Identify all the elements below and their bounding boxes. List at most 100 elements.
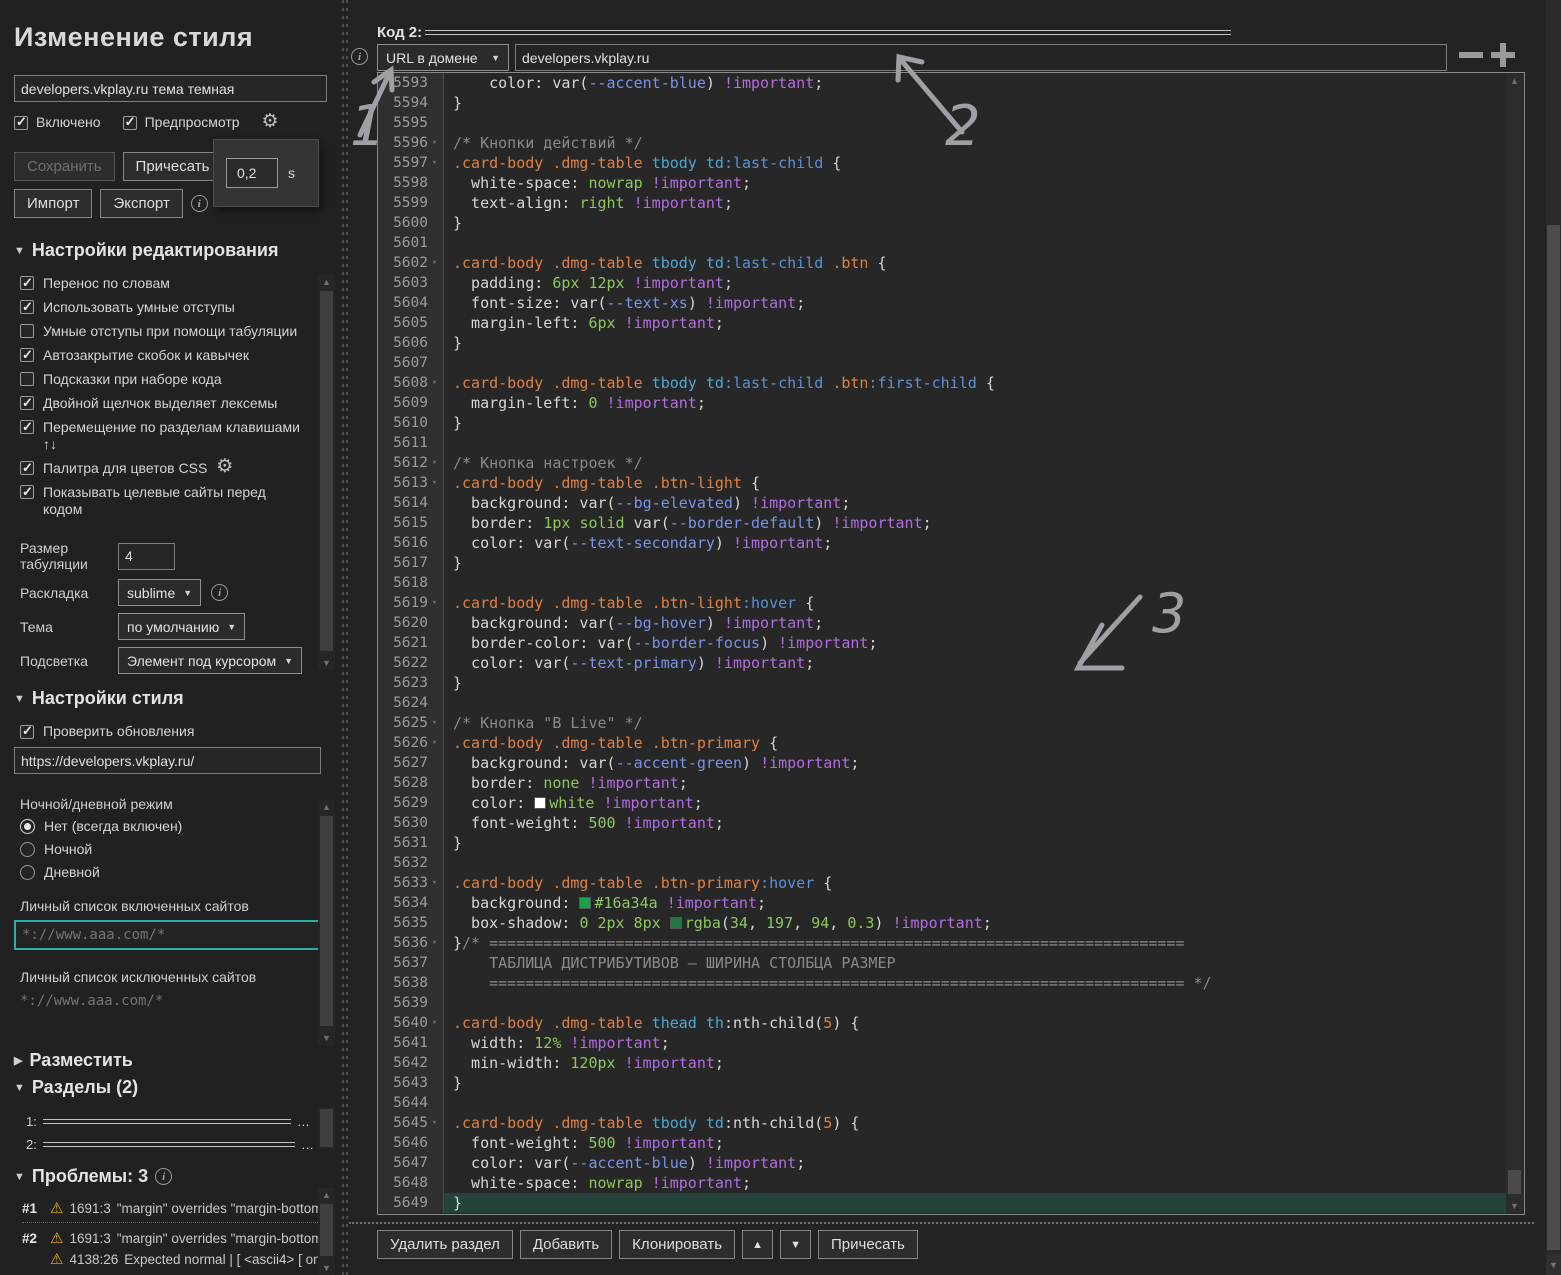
editor-settings-scrollbar[interactable]: ▲ ▼ bbox=[318, 275, 335, 670]
problem-item[interactable]: #2⚠1691:3"margin" overrides "margin-bott… bbox=[22, 1231, 322, 1246]
code-line[interactable]: 5643} bbox=[378, 1073, 1506, 1093]
code-line[interactable]: 5612▾/* Кнопка настроек */ bbox=[378, 453, 1506, 473]
code-line[interactable]: 5598 white-space: nowrap !important; bbox=[378, 173, 1506, 193]
save-button[interactable]: Сохранить bbox=[14, 152, 115, 181]
applies-to-type-select[interactable]: URL в домене ▼ bbox=[377, 44, 509, 71]
fold-toggle-icon[interactable]: ▾ bbox=[428, 873, 441, 893]
fold-toggle-icon[interactable]: ▾ bbox=[428, 133, 441, 153]
code-line[interactable]: 5610} bbox=[378, 413, 1506, 433]
editor-option-1[interactable]: Использовать умные отступы bbox=[20, 299, 305, 316]
code-line[interactable]: 5626▾.card-body .dmg-table .btn-primary … bbox=[378, 733, 1506, 753]
fold-toggle-icon[interactable]: ▾ bbox=[428, 453, 441, 473]
code-line[interactable]: 5632 bbox=[378, 853, 1506, 873]
problem-item[interactable]: ⚠4138:26Expected normal | [ <ascii4> [ o… bbox=[22, 1252, 322, 1267]
code-line[interactable]: 5599 text-align: right !important; bbox=[378, 193, 1506, 213]
enabled-checkbox-box[interactable] bbox=[14, 116, 28, 130]
code-line[interactable]: 5607 bbox=[378, 353, 1506, 373]
code-line[interactable]: 5633▾.card-body .dmg-table .btn-primary:… bbox=[378, 873, 1506, 893]
problems-info-icon[interactable]: i bbox=[155, 1168, 172, 1185]
code-line[interactable]: 5604 font-size: var(--text-xs) !importan… bbox=[378, 293, 1506, 313]
code-line[interactable]: 5634 background: #16a34a !important; bbox=[378, 893, 1506, 913]
export-button[interactable]: Экспорт bbox=[100, 189, 182, 218]
field-info-icon[interactable]: i bbox=[211, 584, 228, 601]
radio-button[interactable] bbox=[20, 819, 35, 834]
radio-button[interactable] bbox=[20, 865, 35, 880]
check-updates-checkbox[interactable]: Проверить обновления bbox=[14, 723, 314, 739]
code-line[interactable]: 5618 bbox=[378, 573, 1506, 593]
code-line[interactable]: 5642 min-width: 120px !important; bbox=[378, 1053, 1506, 1073]
editor-option-5[interactable]: Двойной щелчок выделяет лексемы bbox=[20, 395, 305, 412]
code-line[interactable]: 5635 box-shadow: 0 2px 8px rgba(34, 197,… bbox=[378, 913, 1506, 933]
checkbox[interactable] bbox=[20, 276, 34, 290]
sidebar-resize-handle[interactable] bbox=[341, 0, 349, 1275]
code-line[interactable]: 5636▾}/* ===============================… bbox=[378, 933, 1506, 953]
code-line[interactable]: 5606} bbox=[378, 333, 1506, 353]
code-line[interactable]: 5615 border: 1px solid var(--border-defa… bbox=[378, 513, 1506, 533]
preview-checkbox[interactable]: Предпросмотр bbox=[123, 114, 240, 130]
editor-option-6[interactable]: Перемещение по разделам клавишами ↑↓ bbox=[20, 419, 305, 453]
code-line[interactable]: 5596▾/* Кнопки действий */ bbox=[378, 133, 1506, 153]
code-line[interactable]: 5619▾.card-body .dmg-table .btn-light:ho… bbox=[378, 593, 1506, 613]
editor-option-7[interactable]: Палитра для цветов CSS⚙ bbox=[20, 460, 305, 477]
fold-toggle-icon[interactable]: ▾ bbox=[428, 1113, 441, 1133]
code-line[interactable]: 5609 margin-left: 0 !important; bbox=[378, 393, 1506, 413]
code-line[interactable]: 5597▾.card-body .dmg-table tbody td:last… bbox=[378, 153, 1506, 173]
sections-header[interactable]: ▼ Разделы (2) bbox=[14, 1077, 314, 1098]
clone-section-button[interactable]: Клонировать bbox=[619, 1230, 735, 1259]
code-line[interactable]: 5631} bbox=[378, 833, 1506, 853]
checkbox[interactable] bbox=[20, 324, 34, 338]
code-line[interactable]: 5594} bbox=[378, 93, 1506, 113]
publish-header[interactable]: ▶ Разместить bbox=[14, 1050, 314, 1071]
code-line[interactable]: 5646 font-weight: 500 !important; bbox=[378, 1133, 1506, 1153]
scroll-down-icon[interactable]: ▼ bbox=[1546, 1255, 1561, 1275]
code-line[interactable]: 5624 bbox=[378, 693, 1506, 713]
code-line[interactable]: 5628 border: none !important; bbox=[378, 773, 1506, 793]
window-scrollbar-thumb[interactable] bbox=[1547, 225, 1560, 1250]
fold-toggle-icon[interactable]: ▾ bbox=[428, 1013, 441, 1033]
code-line[interactable]: 5639 bbox=[378, 993, 1506, 1013]
window-scrollbar[interactable]: ▼ bbox=[1546, 0, 1561, 1275]
fold-toggle-icon[interactable]: ▾ bbox=[428, 373, 441, 393]
code-line[interactable]: 5625▾/* Кнопка "В Live" */ bbox=[378, 713, 1506, 733]
check-updates-checkbox-box[interactable] bbox=[20, 725, 34, 739]
add-section-button[interactable]: Добавить bbox=[520, 1230, 612, 1259]
code-line[interactable]: 5644 bbox=[378, 1093, 1506, 1113]
fold-toggle-icon[interactable]: ▾ bbox=[428, 733, 441, 753]
fold-toggle-icon[interactable]: ▾ bbox=[428, 713, 441, 733]
code-line[interactable]: 5622 color: var(--text-primary) !importa… bbox=[378, 653, 1506, 673]
code-line[interactable]: 5601 bbox=[378, 233, 1506, 253]
code-line[interactable]: 5605 margin-left: 6px !important; bbox=[378, 313, 1506, 333]
import-button[interactable]: Импорт bbox=[14, 189, 92, 218]
preview-checkbox-box[interactable] bbox=[123, 116, 137, 130]
color-swatch[interactable] bbox=[534, 797, 546, 809]
style-settings-header[interactable]: ▼ Настройки стиля bbox=[14, 688, 314, 709]
style-settings-scrollbar[interactable]: ▲ ▼ bbox=[318, 800, 335, 1045]
fold-toggle-icon[interactable]: ▾ bbox=[428, 593, 441, 613]
fold-toggle-icon[interactable]: ▾ bbox=[428, 933, 441, 953]
checkbox[interactable] bbox=[20, 372, 34, 386]
checkbox[interactable] bbox=[20, 396, 34, 410]
delete-section-button[interactable]: Удалить раздел bbox=[377, 1230, 513, 1259]
night-mode-option-0[interactable]: Нет (всегда включен) bbox=[20, 818, 314, 834]
problem-item[interactable]: #1⚠1691:3"margin" overrides "margin-bott… bbox=[22, 1201, 322, 1216]
code-line[interactable]: 5603 padding: 6px 12px !important; bbox=[378, 273, 1506, 293]
radio-button[interactable] bbox=[20, 842, 35, 857]
code-line[interactable]: 5595 bbox=[378, 113, 1506, 133]
editor-option-2[interactable]: Умные отступы при помощи табуляции bbox=[20, 323, 305, 340]
code-editor-lines[interactable]: 5593 color: var(--accent-blue) !importan… bbox=[378, 73, 1506, 1214]
code-editor[interactable]: 5593 color: var(--accent-blue) !importan… bbox=[377, 72, 1525, 1215]
code-line[interactable]: 5647 color: var(--accent-blue) !importan… bbox=[378, 1153, 1506, 1173]
fold-toggle-icon[interactable]: ▾ bbox=[428, 153, 441, 173]
code-line[interactable]: 5630 font-weight: 500 !important; bbox=[378, 813, 1506, 833]
code-line[interactable]: 5617} bbox=[378, 553, 1506, 573]
move-section-down-button[interactable]: ▼ bbox=[780, 1230, 811, 1259]
code-line[interactable]: 5593 color: var(--accent-blue) !importan… bbox=[378, 73, 1506, 93]
code-line[interactable]: 5623} bbox=[378, 673, 1506, 693]
code-line[interactable]: 5645▾.card-body .dmg-table tbody td:nth-… bbox=[378, 1113, 1506, 1133]
include-sites-textarea[interactable] bbox=[14, 920, 321, 950]
tab-size-input[interactable] bbox=[118, 543, 175, 570]
preview-delay-input[interactable] bbox=[226, 158, 278, 188]
remove-applies-to-button[interactable] bbox=[1459, 52, 1483, 58]
editor-option-8[interactable]: Показывать целевые сайты перед кодом bbox=[20, 484, 305, 518]
fold-toggle-icon[interactable]: ▾ bbox=[428, 473, 441, 493]
